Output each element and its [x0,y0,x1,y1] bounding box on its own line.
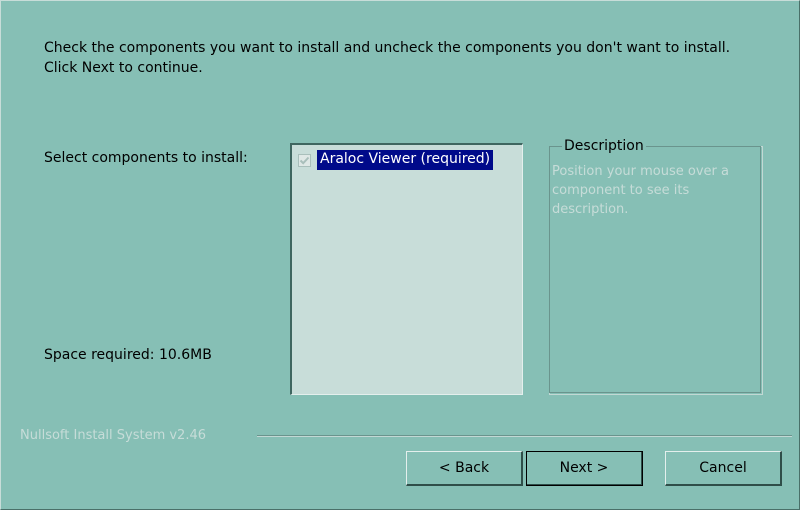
branding-text: Nullsoft Install System v2.46 [20,428,207,443]
select-components-label: Select components to install: [44,150,248,166]
back-button[interactable]: < Back [406,451,523,486]
component-checkbox[interactable] [298,153,311,167]
checkmark-icon [299,156,310,165]
components-tree[interactable]: Araloc Viewer (required) [290,143,523,395]
description-text: Position your mouse over a component to … [552,164,729,217]
component-item-araloc-viewer[interactable]: Araloc Viewer (required) [298,150,494,170]
cancel-button[interactable]: Cancel [665,451,782,486]
component-label: Araloc Viewer (required) [317,150,494,170]
space-required-label: Space required: 10.6MB [44,347,212,363]
next-button[interactable]: Next > [526,451,643,486]
description-title: Description [562,137,646,155]
branding-row: Nullsoft Install System v2.46 [20,427,792,445]
instructions-text: Check the components you want to install… [44,40,731,76]
branding-divider [257,435,792,437]
description-group: Description Position your mouse over a c… [549,137,763,395]
